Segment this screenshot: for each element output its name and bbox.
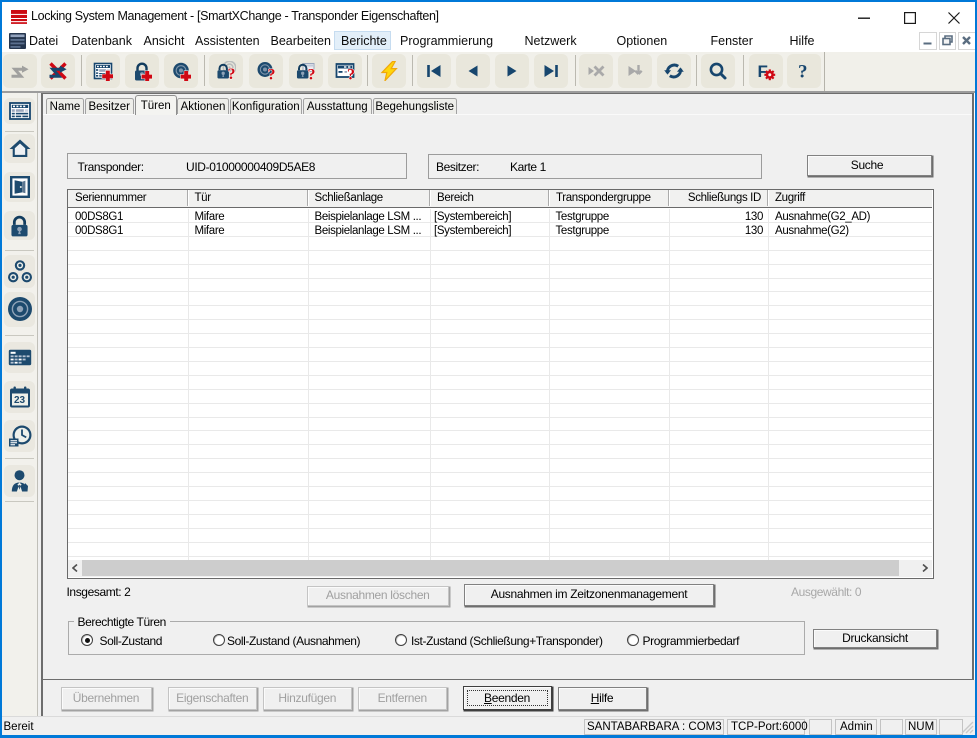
svg-text:?: ? bbox=[347, 67, 355, 82]
svg-text:?: ? bbox=[798, 62, 808, 82]
svg-text:?: ? bbox=[268, 67, 276, 82]
svg-text:?: ? bbox=[227, 66, 235, 81]
svg-text:23: 23 bbox=[14, 395, 26, 406]
svg-text:?: ? bbox=[308, 67, 316, 82]
